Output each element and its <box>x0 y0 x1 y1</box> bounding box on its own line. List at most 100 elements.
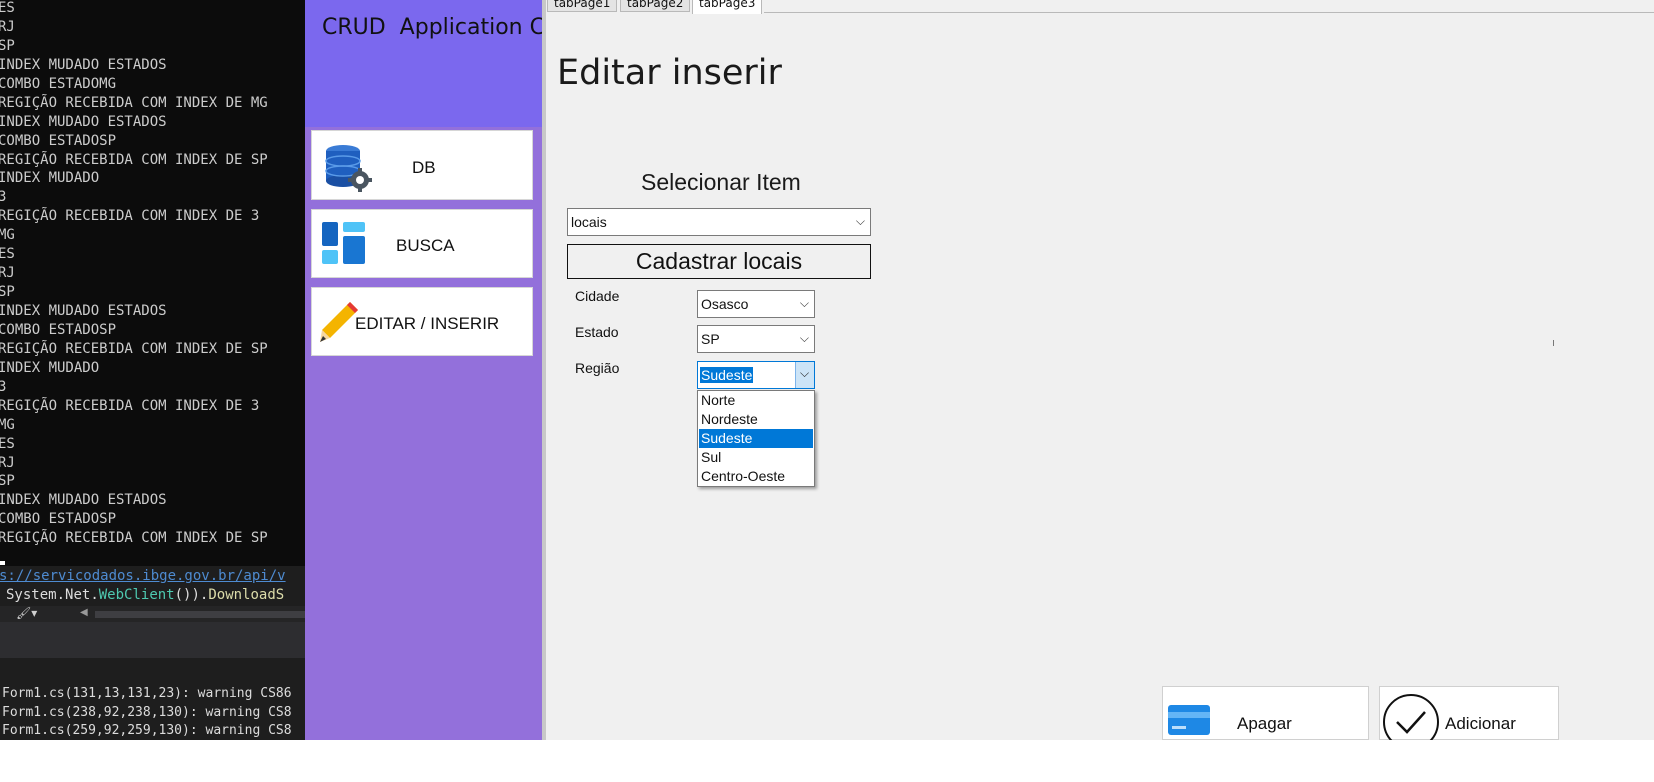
output-line: Form1.cs(238,92,238,130): warning CS8 <box>2 704 292 720</box>
sidebar-item-label: BUSCA <box>396 236 455 255</box>
code-editor-panel: s://servicodados.ibge.gov.br/api/v Syste… <box>0 566 305 740</box>
sidebar-item-label: EDITAR / INSERIR <box>355 314 500 333</box>
code-token: . <box>56 587 66 603</box>
regiao-option-nordeste[interactable]: Nordeste <box>699 410 813 429</box>
code-token: ()) <box>174 587 200 603</box>
bottom-strip <box>0 740 1654 782</box>
credit-card-icon <box>1168 705 1210 735</box>
tab-page2[interactable]: tabPage2 <box>620 0 691 12</box>
console-line: REGIÇÃO RECEBIDA COM INDEX DE MG <box>0 94 268 111</box>
console-line: INDEX MUDADO <box>0 359 100 376</box>
console-line: REGIÇÃO RECEBIDA COM INDEX DE 3 <box>0 208 260 225</box>
debug-console: ES RJ SP INDEX MUDADO ESTADOS COMBO ESTA… <box>0 0 305 740</box>
chevron-down-icon: ⌵ <box>800 366 810 380</box>
cidade-select[interactable]: Osasco ⌵ <box>697 290 815 318</box>
select-item-heading: Selecionar Item <box>641 169 801 195</box>
regiao-select[interactable]: Sudeste ⌵ <box>697 361 815 389</box>
sidebar-item-db[interactable]: DB <box>311 130 533 200</box>
console-line: RJ <box>0 454 15 471</box>
group-cadastrar: Cadastrar locais <box>567 244 871 279</box>
output-panel-header <box>0 622 305 658</box>
editor-toolbar: 🖌▾ ◀ <box>0 606 305 622</box>
chevron-down-icon: ⌵ <box>799 330 809 345</box>
console-line: INDEX MUDADO <box>0 170 100 187</box>
checkmark-circle-icon <box>1383 694 1439 744</box>
console-line: RJ <box>0 265 15 282</box>
console-line: COMBO ESTADOSP <box>0 511 117 528</box>
page-title: Editar inserir <box>557 53 782 93</box>
regiao-option-centro-oeste[interactable]: Centro-Oeste <box>699 467 813 486</box>
console-output: ES RJ SP INDEX MUDADO ESTADOS COMBO ESTA… <box>0 0 268 548</box>
estado-label: Estado <box>575 324 619 340</box>
console-cursor <box>0 561 5 565</box>
console-line: ES <box>0 435 15 452</box>
regiao-option-sudeste[interactable]: Sudeste <box>699 429 813 448</box>
sidebar-header: CRUD Application C# <box>305 0 563 127</box>
main-form: tabPage1 tabPage2 tabPage3 Editar inseri… <box>546 0 1654 744</box>
item-select[interactable]: locais ⌵ <box>567 208 871 236</box>
console-line: 3 <box>0 378 7 395</box>
regiao-option-norte[interactable]: Norte <box>699 391 813 410</box>
sidebar: CRUD Application C# DB BUSCA EDITAR / IN… <box>305 0 563 740</box>
console-line: INDEX MUDADO ESTADOS <box>0 303 167 319</box>
console-line: MG <box>0 227 15 244</box>
console-line: INDEX MUDADO ESTADOS <box>0 492 167 509</box>
console-line: ES <box>0 246 15 263</box>
tab-page1[interactable]: tabPage1 <box>547 0 618 12</box>
console-line: REGIÇÃO RECEBIDA COM INDEX DE SP <box>0 151 268 168</box>
sidebar-item-editar-inserir[interactable]: EDITAR / INSERIR <box>311 287 533 356</box>
delete-button[interactable]: Apagar <box>1162 686 1369 740</box>
console-line: INDEX MUDADO ESTADOS <box>0 56 167 73</box>
console-line: SP <box>0 37 15 54</box>
console-line: SP <box>0 284 15 301</box>
sidebar-item-busca[interactable]: BUSCA <box>311 209 533 278</box>
code-token-method: DownloadS <box>208 587 285 603</box>
tab-divider <box>764 12 1654 13</box>
console-line: MG <box>0 416 15 433</box>
window-edge-mark <box>1553 340 1554 346</box>
console-line: REGIÇÃO RECEBIDA COM INDEX DE 3 <box>0 397 260 414</box>
output-line: Form1.cs(131,13,131,23): warning CS86 <box>2 686 292 701</box>
console-line: COMBO ESTADOMG <box>0 75 117 92</box>
regiao-option-sul[interactable]: Sul <box>699 448 813 467</box>
sidebar-item-label: DB <box>412 158 436 177</box>
build-output: Form1.cs(131,13,131,23): warning CS86 Fo… <box>2 685 292 740</box>
item-select-value: locais <box>571 214 607 230</box>
horizontal-scrollbar[interactable] <box>95 611 305 618</box>
tab-page3[interactable]: tabPage3 <box>692 0 763 14</box>
console-line: REGIÇÃO RECEBIDA COM INDEX DE SP <box>0 530 268 547</box>
app-title: CRUD Application C# <box>322 15 564 40</box>
regiao-dropdown-button[interactable]: ⌵ <box>795 362 814 388</box>
add-button[interactable]: Adicionar <box>1379 686 1559 744</box>
regiao-value: Sudeste <box>700 367 754 383</box>
code-token: Net <box>65 587 91 603</box>
estado-select[interactable]: SP ⌵ <box>697 325 815 353</box>
console-line: 3 <box>0 189 7 206</box>
code-token-class: WebClient <box>98 587 175 603</box>
chevron-down-icon: ⌵ <box>855 213 865 228</box>
scroll-left-icon[interactable]: ◀ <box>80 607 88 618</box>
add-button-label: Adicionar <box>1445 714 1516 733</box>
console-line: COMBO ESTADOSP <box>0 321 117 338</box>
code-line[interactable]: System.Net.WebClient()).DownloadS <box>6 587 284 603</box>
chevron-down-icon: ⌵ <box>799 295 809 310</box>
console-line: SP <box>0 473 15 490</box>
regiao-label: Região <box>575 360 620 376</box>
cidade-value: Osasco <box>701 296 749 312</box>
console-line: INDEX MUDADO ESTADOS <box>0 113 167 130</box>
console-line: RJ <box>0 18 15 35</box>
database-gear-icon <box>325 145 372 192</box>
regiao-dropdown-list: Norte Nordeste Sudeste Sul Centro-Oeste <box>697 390 815 487</box>
brush-icon[interactable]: 🖌▾ <box>16 606 37 620</box>
code-url-link[interactable]: s://servicodados.ibge.gov.br/api/v <box>0 568 286 584</box>
delete-button-label: Apagar <box>1237 714 1292 733</box>
code-token: . <box>90 587 99 603</box>
dashboard-tiles-icon <box>322 222 365 264</box>
console-line: REGIÇÃO RECEBIDA COM INDEX DE SP <box>0 340 268 357</box>
console-line: ES <box>0 0 15 16</box>
output-line: Form1.cs(259,92,259,130): warning CS8 <box>2 723 292 738</box>
group-title: Cadastrar locais <box>635 248 803 274</box>
estado-value: SP <box>701 331 720 347</box>
console-line: COMBO ESTADOSP <box>0 132 117 149</box>
code-token: System <box>6 587 57 603</box>
